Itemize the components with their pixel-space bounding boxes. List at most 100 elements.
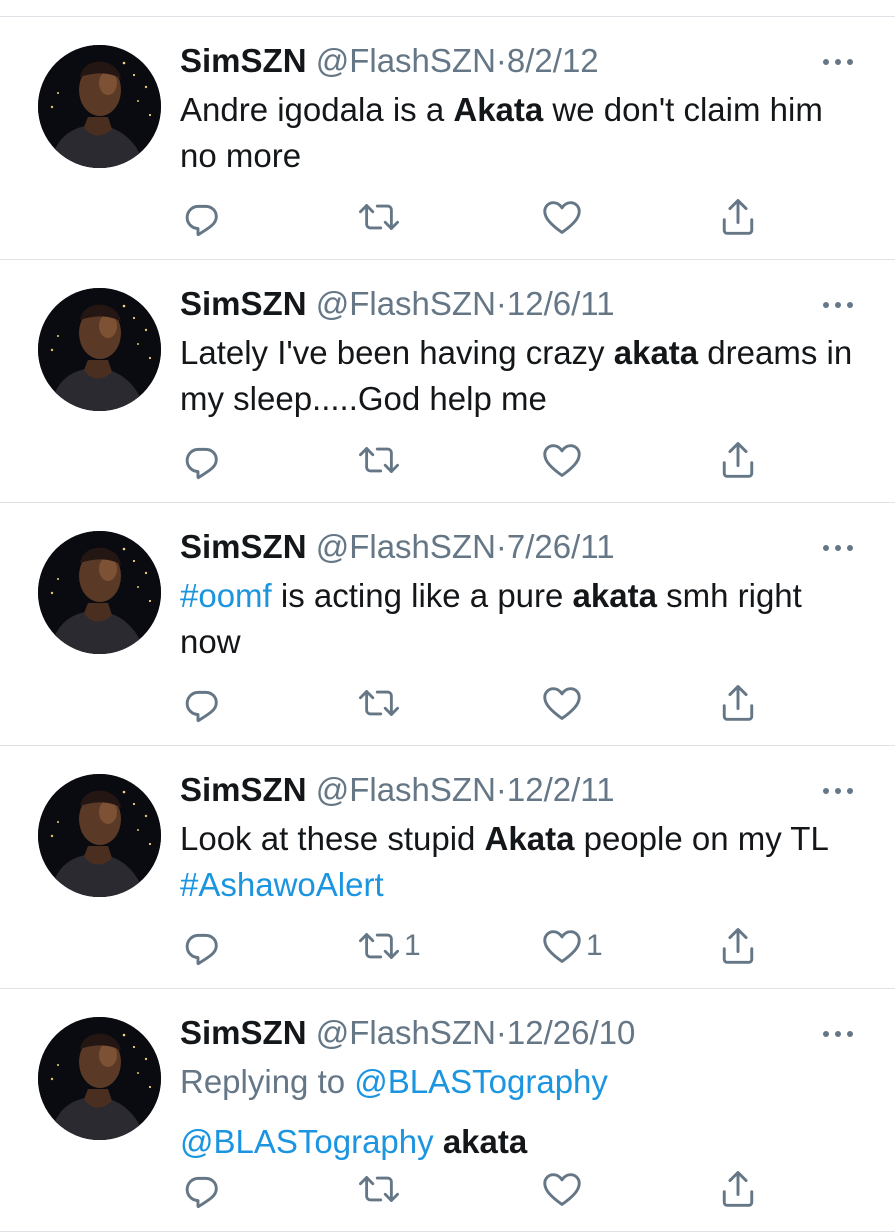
more-icon[interactable]: [821, 784, 855, 796]
hashtag-link[interactable]: #AshawoAlert: [180, 866, 384, 903]
display-name[interactable]: SimSZN: [180, 42, 307, 79]
share-button[interactable]: [716, 195, 760, 239]
display-name[interactable]: SimSZN: [180, 285, 307, 322]
tweet[interactable]: SimSZN @FlashSZN·8/2/12 Andre igodala is…: [0, 17, 895, 260]
tweet-text: Look at these stupid Akata people on my …: [180, 816, 860, 908]
tweet-actions: [180, 195, 760, 239]
separator-dot: ·: [495, 1014, 507, 1051]
more-icon[interactable]: [821, 541, 855, 553]
user-handle[interactable]: @FlashSZN: [316, 771, 496, 808]
tweet-actions: [180, 438, 760, 482]
display-name[interactable]: SimSZN: [180, 771, 307, 808]
tweet-actions: 1 1: [180, 924, 760, 968]
heart-icon: [540, 438, 584, 482]
replying-label: Replying to: [180, 1063, 355, 1100]
reply-button[interactable]: [180, 195, 224, 239]
search-keyword: Akata: [484, 820, 575, 857]
avatar[interactable]: [38, 531, 161, 654]
search-keyword: akata: [572, 577, 657, 614]
avatar[interactable]: [38, 1017, 161, 1140]
tweet-feed: SimSZN @FlashSZN·8/2/12 Andre igodala is…: [0, 17, 895, 1232]
share-icon: [716, 924, 760, 968]
reply-text: @BLASTography akata: [180, 1119, 860, 1165]
user-handle[interactable]: @FlashSZN: [316, 1014, 496, 1051]
share-button[interactable]: [716, 681, 760, 725]
separator-dot: ·: [495, 285, 507, 322]
like-count: 1: [586, 929, 603, 962]
tweet-date[interactable]: 7/26/11: [507, 528, 615, 565]
like-button[interactable]: [540, 681, 586, 725]
avatar-photo: [38, 774, 161, 897]
tweet-date[interactable]: 12/26/10: [507, 1014, 635, 1051]
more-icon[interactable]: [821, 298, 855, 310]
tweet[interactable]: SimSZN @FlashSZN·12/2/11 Look at these s…: [0, 746, 895, 989]
tweet-actions: [180, 681, 760, 725]
like-button[interactable]: [540, 195, 586, 239]
avatar[interactable]: [38, 774, 161, 897]
avatar-photo: [38, 288, 161, 411]
tweet[interactable]: SimSZN @FlashSZN·7/26/11 #oomf is acting…: [0, 503, 895, 746]
reply-icon: [180, 681, 224, 725]
reply-icon: [180, 1167, 224, 1211]
tweet-header: SimSZN @FlashSZN·7/26/11: [180, 527, 615, 567]
tweet-actions: [180, 1167, 760, 1211]
tweet-date[interactable]: 12/2/11: [507, 771, 615, 808]
retweet-icon: [356, 438, 402, 482]
retweet-button[interactable]: 1: [356, 924, 421, 968]
user-handle[interactable]: @FlashSZN: [316, 528, 496, 565]
share-icon: [716, 195, 760, 239]
retweet-icon: [356, 195, 402, 239]
share-icon: [716, 438, 760, 482]
display-name[interactable]: SimSZN: [180, 528, 307, 565]
tweet[interactable]: SimSZN @FlashSZN·12/6/11 Lately I've bee…: [0, 260, 895, 503]
tweet-text: Lately I've been having crazy akata drea…: [180, 330, 860, 422]
like-button[interactable]: [540, 438, 586, 482]
retweet-button[interactable]: [356, 1167, 404, 1211]
avatar[interactable]: [38, 288, 161, 411]
more-icon[interactable]: [821, 1027, 855, 1039]
tweet-date[interactable]: 8/2/12: [507, 42, 599, 79]
reply-icon: [180, 195, 224, 239]
search-keyword: akata: [613, 334, 699, 371]
avatar[interactable]: [38, 45, 161, 168]
retweet-icon: [356, 1167, 402, 1211]
hashtag-link[interactable]: #oomf: [180, 577, 272, 614]
heart-icon: [540, 681, 584, 725]
like-button[interactable]: 1: [540, 924, 603, 968]
retweet-icon: [356, 681, 402, 725]
share-button[interactable]: [716, 924, 760, 968]
tweet-header: SimSZN @FlashSZN·12/6/11: [180, 284, 615, 324]
user-handle[interactable]: @FlashSZN: [316, 285, 496, 322]
search-keyword: akata: [442, 1123, 528, 1160]
replying-to-link[interactable]: @BLASTography: [354, 1063, 608, 1100]
share-button[interactable]: [716, 1167, 760, 1211]
tweet-header: SimSZN @FlashSZN·8/2/12: [180, 41, 599, 81]
replying-to: Replying to @BLASTography: [180, 1059, 860, 1105]
retweet-button[interactable]: [356, 195, 404, 239]
retweet-count: 1: [404, 929, 421, 962]
tweet-date[interactable]: 12/6/11: [507, 285, 615, 322]
user-handle[interactable]: @FlashSZN: [316, 42, 496, 79]
mention-link[interactable]: @BLASTography: [180, 1123, 434, 1160]
heart-icon: [540, 195, 584, 239]
reply-button[interactable]: [180, 438, 224, 482]
retweet-button[interactable]: [356, 681, 404, 725]
reply-button[interactable]: [180, 1167, 224, 1211]
tweet[interactable]: SimSZN @FlashSZN·12/26/10 Replying to @B…: [0, 989, 895, 1232]
like-button[interactable]: [540, 1167, 586, 1211]
share-button[interactable]: [716, 438, 760, 482]
avatar-photo: [38, 45, 161, 168]
display-name[interactable]: SimSZN: [180, 1014, 307, 1051]
tweet-text-part: is acting like a pure: [271, 577, 573, 614]
retweet-button[interactable]: [356, 438, 404, 482]
more-icon[interactable]: [821, 55, 855, 67]
separator-dot: ·: [495, 528, 507, 565]
reply-button[interactable]: [180, 681, 224, 725]
separator-dot: ·: [495, 42, 507, 79]
reply-icon: [180, 438, 224, 482]
tweet-text: Replying to @BLASTography @BLASTography …: [180, 1059, 860, 1165]
share-icon: [716, 1167, 760, 1211]
reply-button[interactable]: [180, 924, 224, 968]
tweet-text: Andre igodala is a Akata we don't claim …: [180, 87, 860, 179]
avatar-photo: [38, 1017, 161, 1140]
